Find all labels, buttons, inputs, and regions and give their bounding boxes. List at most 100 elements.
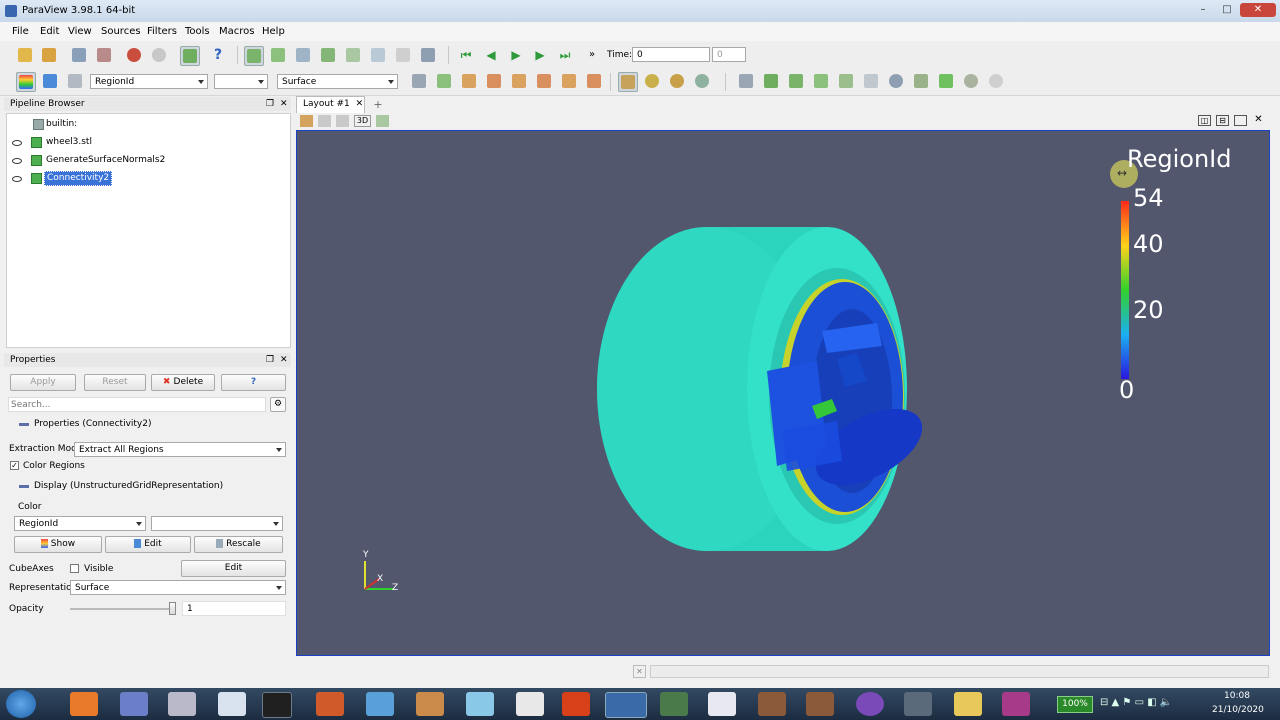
extract-subset-button[interactable]: [862, 72, 880, 90]
save-data-button[interactable]: [40, 46, 58, 64]
representation-property-select[interactable]: Surface: [70, 580, 286, 595]
opacity-slider-handle[interactable]: [169, 602, 176, 615]
stream-tracer-button[interactable]: [912, 72, 930, 90]
menu-help[interactable]: Help: [262, 26, 285, 37]
view-plus-y-button[interactable]: [510, 72, 528, 90]
redo-button[interactable]: [150, 46, 168, 64]
visibility-eye-icon[interactable]: [12, 140, 22, 146]
taskbar-explorer[interactable]: [954, 692, 982, 716]
play-button[interactable]: ▶: [507, 46, 525, 64]
taskbar-app-2[interactable]: [120, 692, 148, 716]
pipeline-item[interactable]: Connectivity2: [7, 170, 290, 187]
glyph-filter-button[interactable]: [887, 72, 905, 90]
properties-search-input[interactable]: [8, 397, 266, 412]
calculator-filter-button[interactable]: [737, 72, 755, 90]
taskbar-app-14[interactable]: [708, 692, 736, 716]
clip-filter-button[interactable]: [787, 72, 805, 90]
connect-button[interactable]: [70, 46, 88, 64]
camera-link-button[interactable]: [180, 46, 200, 66]
color-by-select[interactable]: RegionId: [90, 74, 208, 89]
camera-redo-icon[interactable]: [336, 115, 349, 127]
show-legend-button[interactable]: Show: [14, 536, 102, 553]
taskbar-terminal[interactable]: [262, 692, 292, 718]
select-cells-button[interactable]: [269, 46, 287, 64]
taskbar-paraview-active[interactable]: [605, 692, 647, 718]
select-frustum-cells-button[interactable]: [319, 46, 337, 64]
menu-edit[interactable]: Edit: [40, 26, 59, 37]
start-button[interactable]: [6, 690, 36, 718]
rescale-button[interactable]: Rescale: [194, 536, 283, 553]
pipeline-item[interactable]: wheel3.stl: [7, 134, 290, 151]
interact-mode-button[interactable]: [244, 46, 264, 66]
close-view-icon[interactable]: ✕: [1252, 114, 1265, 127]
color-component-select[interactable]: [151, 516, 283, 531]
show-center-button[interactable]: [618, 72, 638, 92]
slice-filter-button[interactable]: [812, 72, 830, 90]
reset-button[interactable]: Reset: [84, 374, 146, 391]
clear-selection-button[interactable]: [419, 46, 437, 64]
minimize-button[interactable]: –: [1192, 3, 1214, 17]
zoom-indicator[interactable]: 100%: [1057, 696, 1093, 713]
taskbar-app-10[interactable]: [516, 692, 544, 716]
help-button[interactable]: ?: [209, 46, 227, 64]
taskbar-app-16[interactable]: [806, 692, 834, 716]
float-panel-icon[interactable]: ❐: [266, 97, 274, 111]
apply-button[interactable]: Apply: [10, 374, 76, 391]
pick-center-button[interactable]: [394, 46, 412, 64]
threshold-filter-button[interactable]: [837, 72, 855, 90]
extraction-mode-select[interactable]: Extract All Regions: [74, 442, 286, 457]
toggle-color-legend-button[interactable]: [16, 72, 36, 92]
float-panel-icon[interactable]: ❐: [266, 353, 274, 367]
component-select[interactable]: [214, 74, 268, 89]
select-points-button[interactable]: [294, 46, 312, 64]
visibility-eye-icon[interactable]: [12, 158, 22, 164]
maximize-button[interactable]: □: [1216, 3, 1238, 17]
tab-layout-1[interactable]: Layout #1 ✕: [296, 96, 365, 113]
disconnect-button[interactable]: [95, 46, 113, 64]
contour-filter-button[interactable]: [762, 72, 780, 90]
tray-icons[interactable]: ⊟ ▲ ⚑ ▭ ◧ 🔈: [1100, 697, 1172, 708]
reset-camera-button[interactable]: [410, 72, 428, 90]
view-plus-x-button[interactable]: [460, 72, 478, 90]
close-panel-icon[interactable]: ✕: [280, 97, 288, 111]
rescale-range-button[interactable]: [66, 72, 84, 90]
first-frame-button[interactable]: ⏮: [457, 46, 475, 64]
cubeaxes-visible-checkbox[interactable]: [70, 564, 79, 573]
taskbar-app-3[interactable]: [168, 692, 196, 716]
close-tab-icon[interactable]: ✕: [356, 99, 364, 109]
color-array-select[interactable]: RegionId: [14, 516, 146, 531]
taskbar-app-18[interactable]: [904, 692, 932, 716]
open-file-button[interactable]: [16, 46, 34, 64]
menu-filters[interactable]: Filters: [147, 26, 177, 37]
next-frame-button[interactable]: ▶: [531, 46, 549, 64]
maximize-view-icon[interactable]: [1234, 115, 1247, 126]
group-datasets-button[interactable]: [962, 72, 980, 90]
menu-file[interactable]: File: [12, 26, 29, 37]
last-frame-button[interactable]: ⏭: [556, 46, 574, 64]
warp-vector-button[interactable]: [937, 72, 955, 90]
toggle-3d-button[interactable]: 3D: [354, 115, 371, 127]
extract-level-button[interactable]: [987, 72, 1005, 90]
taskbar-app-9[interactable]: [466, 692, 494, 716]
taskbar-app-20[interactable]: [1002, 692, 1030, 716]
taskbar-paraview-2[interactable]: [660, 692, 688, 716]
menu-sources[interactable]: Sources: [101, 26, 141, 37]
taskbar-app-1[interactable]: [70, 692, 98, 716]
time-index-spinbox[interactable]: 0: [712, 47, 746, 62]
taskbar-app-7[interactable]: [366, 692, 394, 716]
close-window-button[interactable]: ✕: [1240, 3, 1276, 17]
edit-colormap-button[interactable]: Edit: [105, 536, 191, 553]
taskbar-app-17[interactable]: [856, 692, 884, 716]
undo-button[interactable]: [125, 46, 143, 64]
advanced-settings-button[interactable]: ⚙: [270, 397, 286, 412]
reset-center-button[interactable]: [643, 72, 661, 90]
taskbar-app-15[interactable]: [758, 692, 786, 716]
pick-center-point-button[interactable]: [668, 72, 686, 90]
menu-tools[interactable]: Tools: [185, 26, 210, 37]
view-minus-x-button[interactable]: [485, 72, 503, 90]
render-view-icon[interactable]: [376, 115, 389, 127]
edit-color-map-button[interactable]: [41, 72, 59, 90]
properties-help-button[interactable]: ?: [221, 374, 286, 391]
view-minus-z-button[interactable]: [585, 72, 603, 90]
split-horizontal-icon[interactable]: ◫: [1198, 115, 1211, 126]
